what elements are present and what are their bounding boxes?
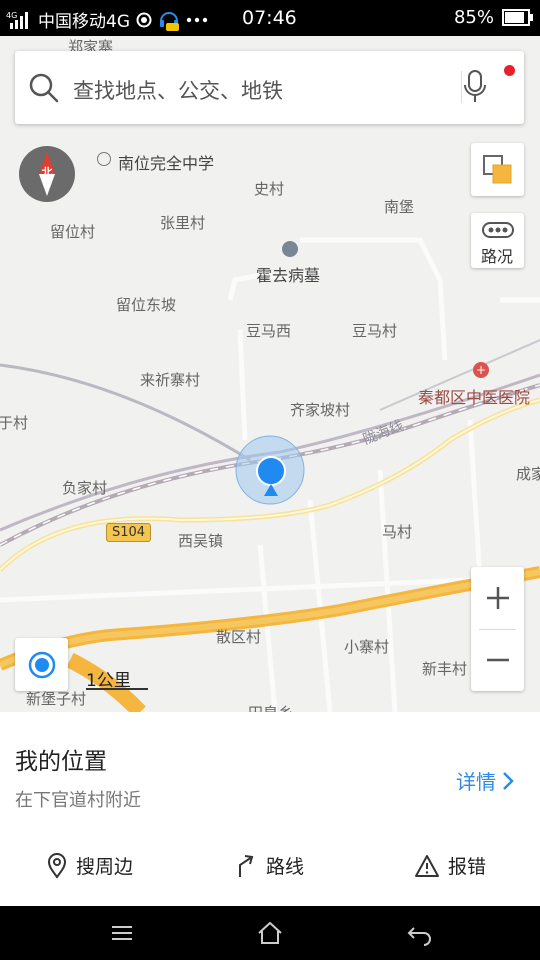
current-location-marker bbox=[254, 454, 286, 496]
layers-icon bbox=[483, 155, 512, 184]
place-label: 齐家坡村 bbox=[290, 401, 351, 419]
battery-icon bbox=[502, 9, 533, 26]
location-sheet[interactable]: 我的位置 在下官道村附近 详情 搜周边 路线 报错 bbox=[0, 712, 540, 906]
notification-dot bbox=[504, 65, 515, 76]
zoom-controls bbox=[471, 567, 524, 691]
place-label: 留位村 bbox=[50, 223, 96, 241]
menu-icon[interactable] bbox=[108, 920, 136, 946]
detail-link[interactable]: 详情 bbox=[456, 766, 514, 795]
microphone-icon[interactable] bbox=[463, 69, 487, 105]
place-label: 史村 bbox=[254, 180, 285, 198]
search-nearby-label: 搜周边 bbox=[76, 856, 134, 878]
place-label: 马村 bbox=[382, 523, 413, 541]
warning-icon bbox=[415, 854, 439, 877]
place-label: 南堡 bbox=[384, 198, 415, 216]
home-icon[interactable] bbox=[256, 920, 284, 946]
signal-icon: 4G bbox=[6, 11, 28, 29]
place-label: 霍去病墓 bbox=[256, 266, 321, 285]
hospital-icon: + bbox=[473, 362, 489, 378]
search-icon bbox=[29, 73, 59, 103]
location-pin-icon bbox=[47, 852, 67, 879]
report-error-label: 报错 bbox=[448, 856, 487, 878]
place-label: 南位完全中学 bbox=[118, 154, 215, 173]
minus-icon bbox=[487, 658, 509, 662]
compass-label: 北 bbox=[41, 166, 53, 179]
clock: 07:46 bbox=[242, 7, 297, 29]
place-label: 豆马西 bbox=[246, 322, 292, 340]
layers-button[interactable] bbox=[471, 143, 524, 196]
system-nav-bar bbox=[0, 906, 540, 960]
more-icon bbox=[186, 17, 208, 22]
detail-label: 详情 bbox=[456, 770, 496, 794]
place-label: 留位东坡 bbox=[116, 296, 177, 314]
search-placeholder[interactable]: 查找地点、公交、地铁 bbox=[73, 75, 283, 105]
place-label: 小寨村 bbox=[344, 638, 390, 656]
report-error-button[interactable]: 报错 bbox=[414, 852, 486, 879]
status-bar: 4G 中国移动4G 07:46 85% bbox=[0, 0, 540, 36]
place-label: 散区村 bbox=[216, 628, 262, 646]
search-divider bbox=[461, 71, 462, 103]
notification-headset-icon bbox=[160, 11, 179, 31]
place-label: 于村 bbox=[0, 414, 29, 432]
place-label: 来祈寨村 bbox=[140, 371, 201, 389]
search-nearby-button[interactable]: 搜周边 bbox=[46, 852, 133, 879]
traffic-label: 路况 bbox=[481, 247, 514, 266]
search-bar[interactable]: 查找地点、公交、地铁 bbox=[15, 51, 524, 124]
traffic-icon bbox=[482, 222, 514, 238]
traffic-button[interactable]: 路况 bbox=[471, 213, 524, 268]
map-view[interactable]: + 郑家寨 南位完全中学 史村 南堡 留位村 张里村 霍去病墓 留位东坡 豆马西… bbox=[0, 36, 540, 712]
chevron-right-icon bbox=[503, 771, 514, 790]
place-label: 田皇乡 bbox=[248, 702, 293, 712]
compass-button[interactable]: 北 bbox=[19, 146, 75, 202]
school-icon bbox=[97, 152, 111, 166]
place-label: 负家村 bbox=[62, 479, 108, 497]
landmark-icon bbox=[282, 241, 298, 257]
place-label: 西吴镇 bbox=[178, 532, 224, 550]
route-label: 路线 bbox=[266, 856, 305, 878]
road-badge: S104 bbox=[106, 523, 152, 542]
place-label: 新丰村 bbox=[422, 660, 468, 678]
place-label: 秦都区中医医院 bbox=[418, 388, 531, 407]
action-bar: 搜周边 路线 报错 bbox=[0, 852, 540, 892]
locate-icon bbox=[28, 651, 56, 679]
route-button[interactable]: 路线 bbox=[234, 852, 304, 879]
plus-icon bbox=[487, 587, 509, 609]
place-label: 豆马村 bbox=[352, 322, 398, 340]
battery-fill bbox=[505, 12, 524, 23]
target-icon bbox=[136, 12, 152, 27]
location-subtitle: 在下官道村附近 bbox=[15, 790, 141, 811]
zoom-in-button[interactable] bbox=[471, 567, 524, 629]
battery-percent: 85% bbox=[453, 7, 494, 28]
location-title: 我的位置 bbox=[15, 749, 107, 775]
zoom-out-button[interactable] bbox=[471, 629, 524, 691]
network-type: 4G bbox=[6, 11, 17, 20]
scale-label: 1公里 bbox=[86, 671, 131, 691]
carrier-name: 中国移动4G bbox=[38, 12, 130, 32]
scale-bar: 1公里 bbox=[86, 666, 148, 691]
locate-button[interactable] bbox=[15, 638, 68, 691]
place-label: 成家 bbox=[516, 465, 540, 483]
place-label: 张里村 bbox=[160, 214, 206, 232]
back-icon[interactable] bbox=[406, 920, 434, 946]
place-label: 新堡子村 bbox=[26, 690, 87, 708]
map-canvas bbox=[0, 237, 540, 712]
route-arrow-icon bbox=[239, 854, 254, 877]
